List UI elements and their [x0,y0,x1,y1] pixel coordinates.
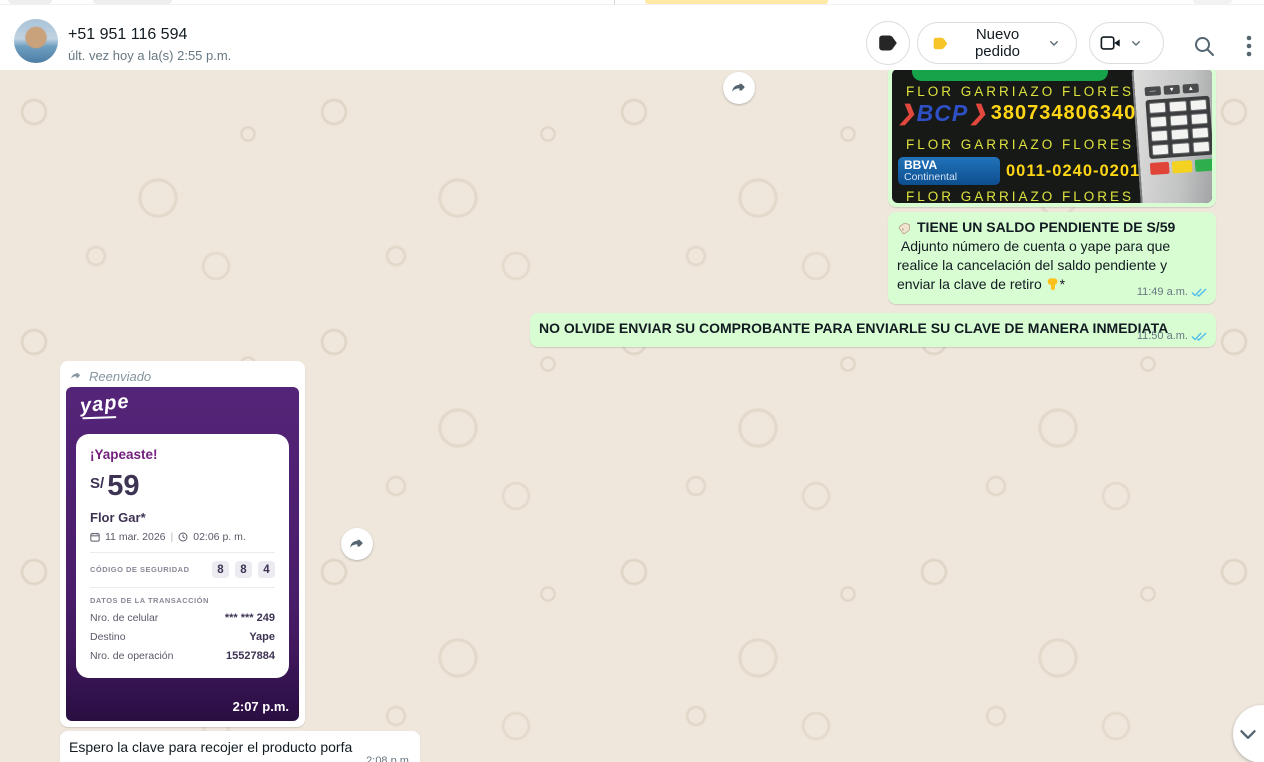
background-chip [1193,0,1232,4]
bcp-logo-chevron: ❯ [969,103,987,124]
whatsapp-chat-window: +51 951 116 594 últ. vez hoy a la(s) 2:5… [0,0,1264,762]
background-divider [614,0,615,5]
labels-button[interactable] [866,21,910,65]
transaction-row: Nro. de celular *** *** 249 [90,612,275,624]
receipt-datetime: 11 mar. 2026 | 02:06 p. m. [90,531,275,543]
transaction-data-label: DATOS DE LA TRANSACCIÓN [90,596,275,605]
forwarded-icon [68,369,84,383]
pending-balance-message[interactable]: TIENE UN SALDO PENDIENTE DE S/59 Adjunto… [888,212,1216,304]
forward-message-button[interactable] [723,72,755,104]
background-highlight [645,0,828,4]
message-meta: 11:49 a.m. [1137,286,1207,298]
background-chip [93,0,172,4]
account-owner: FLOR GARRIAZO FLORES [898,189,1142,203]
read-double-check-icon [1191,330,1207,342]
bbva-logo: BBVA Continental [898,157,1000,185]
forwarded-label: Reenviado [89,369,151,384]
security-code: 8 8 4 [212,561,275,578]
receipt-recipient: Flor Gar* [90,510,275,525]
video-call-button[interactable] [1089,22,1164,64]
transaction-row: Nro. de operación 15527884 [90,650,275,662]
message-body: Adjunto número de cuenta o yape para que… [897,238,1174,292]
bcp-logo-chevron: ❯ [898,103,916,124]
chat-area: FLOR GARRIAZO FLORES ❯BCP❯ 3807348063402… [0,70,1264,762]
security-code-label: CÓDIGO DE SEGURIDAD [90,565,190,574]
waiting-message[interactable]: Espero la clave para recojer el producto… [60,731,420,762]
yape-receipt-image: yape ¡Yapeaste! S/ 59 Flor Gar* 11 mar. … [66,387,299,721]
read-double-check-icon [1191,286,1207,298]
order-label-button[interactable]: Nuevo pedido [917,22,1077,64]
chevron-down-icon [1235,721,1261,747]
message-text: NO OLVIDE ENVIAR SU COMPROBANTE PARA ENV… [539,320,1168,336]
clock-icon [178,532,188,542]
image-sent-time: 2:07 p.m. [233,699,289,714]
receipt-amount: S/ 59 [90,472,275,501]
forwarded-receipt-message[interactable]: Reenviado yape ¡Yapeaste! S/ 59 Flor Gar… [60,361,305,727]
receipt-date: 11 mar. 2026 [105,531,166,543]
background-window-strip [0,0,1264,5]
order-label-tag-icon [932,35,949,52]
receipt-time: 02:06 p. m. [193,531,246,543]
message-title: TIENE UN SALDO PENDIENTE DE S/59 [897,218,1207,237]
bcp-logo: BCP [917,102,969,125]
forwarded-row: Reenviado [66,365,299,387]
label-tag-icon [877,32,899,54]
message-meta: 11:50 a.m. [1137,330,1207,342]
forward-icon [729,78,749,98]
avatar[interactable] [14,19,58,63]
contact-name[interactable]: +51 951 116 594 [68,26,187,44]
pointing-down-emoji [1046,276,1060,293]
account-owner: FLOR GARRIAZO FLORES [898,137,1142,152]
yape-receipt-card: ¡Yapeaste! S/ 59 Flor Gar* 11 mar. 2026 … [76,434,289,678]
message-text: Espero la clave para recojer el producto… [69,739,352,755]
account-owner: FLOR GARRIAZO FLORES [898,84,1142,99]
currency: S/ [90,475,104,492]
amount-value: 59 [107,472,139,501]
video-camera-icon [1100,34,1122,52]
bcp-account-row: ❯BCP❯ 38073480634024 [898,102,1161,125]
menu-button[interactable] [1238,32,1260,60]
forward-message-button[interactable] [341,528,373,560]
background-chip [8,0,52,4]
message-time: 2:08 p.m. [366,755,412,762]
pos-terminal-graphic: —▼▲ [1131,70,1212,203]
bank-card-image-message[interactable]: FLOR GARRIAZO FLORES ❯BCP❯ 3807348063402… [888,70,1216,207]
chat-header: +51 951 116 594 últ. vez hoy a la(s) 2:5… [0,5,1264,70]
green-banner [912,70,1108,81]
transaction-row: Destino Yape [90,631,275,643]
message-time: 11:50 a.m. [1137,330,1188,342]
forward-icon [347,534,367,554]
last-seen-status: últ. vez hoy a la(s) 2:55 p.m. [68,48,231,63]
message-body-tail: * [1060,276,1065,292]
calendar-icon [90,532,100,542]
security-code-row: CÓDIGO DE SEGURIDAD 8 8 4 [90,561,275,578]
message-time: 11:49 a.m. [1137,286,1188,298]
reminder-message[interactable]: NO OLVIDE ENVIAR SU COMPROBANTE PARA ENV… [530,313,1216,347]
order-label-text: Nuevo pedido [957,26,1038,60]
receipt-title: ¡Yapeaste! [90,447,275,462]
yape-logo: yape [79,390,131,418]
message-meta: 2:08 p.m. [366,755,412,762]
label-emoji [897,220,913,236]
chevron-down-icon [1128,35,1144,51]
chevron-down-icon [1046,35,1062,51]
scroll-to-bottom-button[interactable] [1233,705,1264,762]
search-button[interactable] [1190,32,1218,60]
bank-card-image: FLOR GARRIAZO FLORES ❯BCP❯ 3807348063402… [892,70,1212,203]
